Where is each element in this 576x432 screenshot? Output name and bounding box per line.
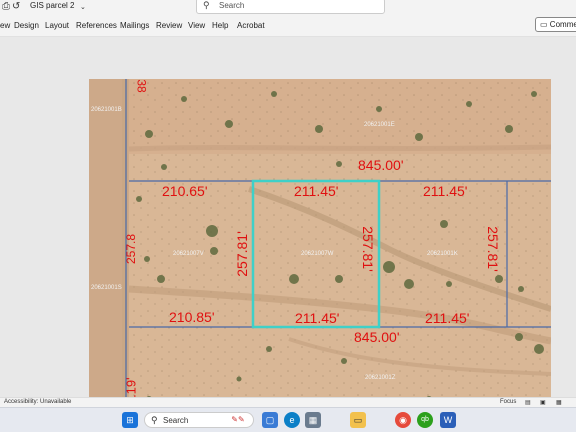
- dimension-label: 211.45': [294, 183, 339, 199]
- tab-review[interactable]: Review: [156, 21, 182, 30]
- undo-icon[interactable]: ↺: [12, 1, 20, 12]
- gis-parcel-map-image[interactable]: 845.00' 845.00' 210.65' 211.45' 211.45' …: [89, 79, 551, 425]
- dimension-label: 257.8: [124, 233, 139, 265]
- tab-references[interactable]: References: [76, 21, 117, 30]
- document-area: 845.00' 845.00' 210.65' 211.45' 211.45' …: [0, 37, 576, 425]
- tab-design[interactable]: Design: [14, 21, 39, 30]
- file-explorer-icon[interactable]: ▭: [350, 412, 366, 428]
- dimension-label: 210.65': [162, 183, 208, 199]
- dimension-label: 257.81': [359, 226, 376, 272]
- calculator-icon[interactable]: ▦: [305, 412, 321, 428]
- search-placeholder: Search: [219, 1, 245, 10]
- read-mode-icon[interactable]: ▤: [525, 399, 531, 406]
- dimension-label: 845.00': [354, 329, 400, 345]
- tab-acrobat[interactable]: Acrobat: [237, 21, 265, 30]
- title-search-box[interactable]: ⚲ Search: [196, 0, 385, 14]
- parcel-id-label: 20621001Z: [365, 375, 396, 381]
- ribbon-tabs: ew Design Layout References Mailings Rev…: [0, 15, 576, 37]
- taskbar-search-placeholder: Search: [163, 416, 189, 425]
- search-icon: ⚲: [203, 0, 210, 10]
- dimension-label: 211.45': [295, 310, 340, 326]
- parcel-id-label: 20621007W: [301, 251, 334, 257]
- dimension-label: 38: [134, 79, 149, 93]
- edge-browser-icon[interactable]: e: [284, 412, 300, 428]
- windows-start-icon[interactable]: ⊞: [122, 412, 138, 428]
- status-bar: Accessibility: Unavailable Focus ▤ ▣ ▦: [0, 397, 576, 407]
- parcel-id-label: 20621001K: [427, 251, 458, 257]
- word-icon[interactable]: W: [440, 412, 456, 428]
- dimension-label: 210.85': [169, 309, 215, 325]
- print-layout-icon[interactable]: ▣: [540, 399, 546, 406]
- comment-icon: ▭: [540, 20, 548, 29]
- dimension-label: 845.00': [358, 157, 404, 173]
- dimension-label: 257.81': [233, 231, 250, 277]
- parcel-id-label: 20621001S: [91, 285, 122, 291]
- comments-button[interactable]: ▭ Comments: [535, 17, 576, 32]
- tab-view[interactable]: View: [188, 21, 205, 30]
- comments-label: Comments: [549, 20, 576, 29]
- chrome-icon[interactable]: ◉: [395, 412, 411, 428]
- parcel-id-label: 20621001E: [364, 122, 395, 128]
- dimension-label: 257.81': [484, 226, 501, 272]
- tab-view-partial[interactable]: ew: [0, 21, 10, 30]
- tab-help[interactable]: Help: [212, 21, 228, 30]
- title-bar: ⎙ ↺ GIS parcel 2 ⌄ ⚲ Search: [0, 0, 576, 15]
- focus-button[interactable]: Focus: [500, 399, 516, 405]
- windows-taskbar: ⊞ ⚲ Search ✎✎ ▢ e ▦ ▭ ◉ qb W: [0, 407, 576, 432]
- dimension-label: 211.45': [423, 183, 468, 199]
- parcel-id-label: 20621007V: [173, 251, 204, 257]
- tab-layout[interactable]: Layout: [45, 21, 69, 30]
- task-view-icon[interactable]: ▢: [262, 412, 278, 428]
- quickbooks-icon[interactable]: qb: [417, 412, 433, 428]
- widgets-icon[interactable]: ✎✎: [230, 412, 246, 428]
- accessibility-status[interactable]: Accessibility: Unavailable: [4, 399, 71, 405]
- document-title[interactable]: GIS parcel 2: [30, 1, 74, 10]
- search-icon: ⚲: [151, 415, 158, 425]
- dimension-label: 211.45': [425, 310, 470, 326]
- save-icon[interactable]: ⎙: [2, 1, 10, 12]
- chevron-down-icon[interactable]: ⌄: [80, 3, 86, 11]
- parcel-id-label: 20621001B: [91, 107, 122, 113]
- tab-mailings[interactable]: Mailings: [120, 21, 149, 30]
- web-layout-icon[interactable]: ▦: [556, 399, 562, 406]
